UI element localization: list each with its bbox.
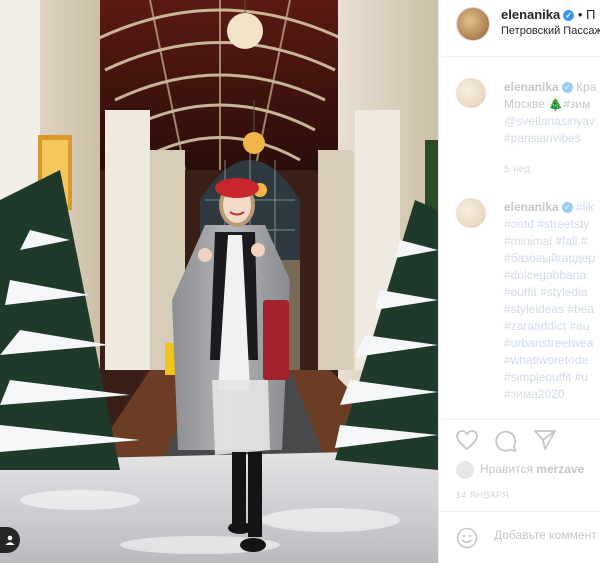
post-header: elenanika ✓ • П Петровский Пассаж [439, 0, 600, 57]
comment-username[interactable]: elenanika [504, 80, 559, 94]
comment-icon[interactable] [494, 429, 518, 453]
comment-hashtag[interactable]: #whatiworetoda [504, 352, 600, 369]
comments-list: elenanika ✓ Кра Москве 🎄#зим @svetlanasin… [439, 57, 600, 417]
author-avatar[interactable] [456, 7, 490, 41]
author-username[interactable]: elenanika [501, 7, 560, 22]
verified-icon: ✓ [561, 82, 573, 93]
comment-avatar[interactable] [456, 78, 486, 108]
comment-hashtag[interactable]: #lik [576, 200, 594, 214]
comment-hashtag[interactable]: #simpleoutfit #u [504, 369, 600, 386]
author-line: elenanika ✓ • П [501, 7, 595, 22]
photo-illustration [0, 0, 438, 563]
likes-prefix: Нравится [480, 462, 533, 477]
heart-icon[interactable] [455, 429, 479, 451]
comment-line: Москве 🎄#зим [504, 97, 591, 111]
comment-hashtag[interactable]: #parisianvibes [504, 130, 600, 147]
comment-hashtag[interactable]: #minimal #fall # [504, 233, 600, 250]
follow-link[interactable]: • П [578, 7, 596, 22]
emoji-icon[interactable] [456, 527, 478, 549]
comment-hashtag[interactable]: #dolcegabbana [504, 267, 600, 284]
comment-body: elenanika ✓ #lik #ootd #streetsty #minima… [504, 199, 600, 403]
comment-hashtag[interactable]: #базовыйгардер [504, 250, 600, 267]
comment-hashtag[interactable]: #зима2020 [504, 386, 600, 403]
comment-hashtag[interactable]: #zaraaddict #au [504, 318, 600, 335]
post-date[interactable]: 14 ЯНВАРЯ [456, 490, 509, 500]
comment-mention[interactable]: @svetlanasinyav [504, 113, 600, 130]
share-icon[interactable] [533, 429, 557, 451]
liker-username[interactable]: merzave [536, 462, 584, 476]
verified-icon: ✓ [563, 10, 575, 21]
comment-hashtag[interactable]: #urbanstreetwea [504, 335, 600, 352]
person-icon [5, 535, 15, 545]
add-comment-bar [439, 511, 600, 563]
comment-hashtag[interactable]: #styleideas #bea [504, 301, 600, 318]
post-location[interactable]: Петровский Пассаж [501, 25, 600, 37]
comment-avatar[interactable] [456, 198, 486, 228]
verified-icon: ✓ [561, 202, 573, 213]
comment-line: Кра [576, 80, 597, 94]
post-actions: Нравится merzave 14 ЯНВАРЯ [439, 419, 600, 512]
comment-hashtag[interactable]: #outfit #styledia [504, 284, 600, 301]
instagram-post-modal: elenanika ✓ • П Петровский Пассаж elenani… [0, 0, 600, 563]
comment-time[interactable]: 5 нед. [504, 164, 534, 175]
likes-line: Нравится merzave [456, 461, 584, 479]
comment-hashtag[interactable]: #ootd #streetsty [504, 216, 600, 233]
post-photo[interactable] [0, 0, 438, 563]
comment-body: elenanika ✓ Кра Москве 🎄#зим @svetlanasin… [504, 79, 600, 147]
add-comment-input[interactable] [494, 528, 600, 542]
comment-username[interactable]: elenanika [504, 200, 559, 214]
liker-avatar[interactable] [456, 461, 474, 479]
post-side-panel: elenanika ✓ • П Петровский Пассаж elenani… [438, 0, 600, 563]
